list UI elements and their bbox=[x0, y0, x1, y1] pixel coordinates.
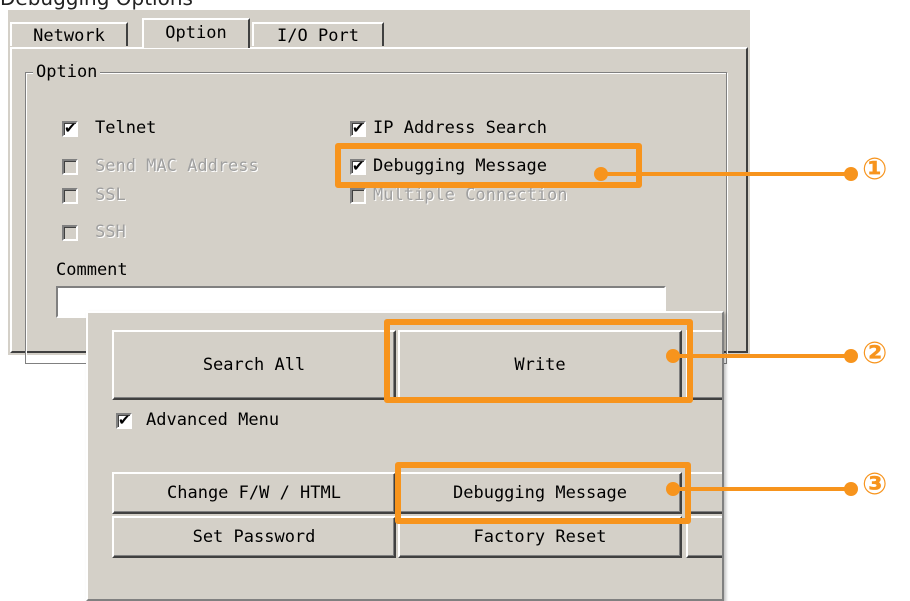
callout-number-2: ② bbox=[862, 336, 888, 371]
advanced-button-partial-1[interactable] bbox=[686, 472, 722, 514]
search-all-button[interactable]: Search All bbox=[112, 330, 396, 400]
change-fw-html-button[interactable]: Change F/W / HTML bbox=[112, 472, 396, 514]
ssh-label: SSH bbox=[95, 222, 126, 242]
telnet-checkbox[interactable] bbox=[62, 119, 78, 137]
ip-address-search-label: IP Address Search bbox=[373, 118, 547, 138]
telnet-label: Telnet bbox=[95, 118, 157, 138]
callout-dot-2-start bbox=[666, 349, 680, 363]
callout-line-3 bbox=[672, 487, 850, 491]
advanced-menu-checkbox[interactable] bbox=[116, 411, 132, 429]
tab-io-port[interactable]: I/O Port bbox=[252, 22, 384, 46]
advanced-button-partial-2[interactable] bbox=[686, 516, 722, 558]
set-password-button[interactable]: Set Password bbox=[112, 516, 396, 558]
callout-dot-3-end bbox=[844, 482, 858, 496]
ip-address-search-checkbox[interactable] bbox=[350, 119, 366, 137]
ssl-label: SSL bbox=[95, 185, 126, 205]
callout-line-1 bbox=[600, 172, 850, 176]
ssh-checkbox[interactable] bbox=[62, 225, 78, 241]
option-group-title: Option bbox=[33, 62, 101, 82]
callout-dot-3-start bbox=[666, 482, 680, 496]
ssl-checkbox[interactable] bbox=[62, 188, 78, 204]
tab-option[interactable]: Option bbox=[142, 18, 250, 48]
comment-label: Comment bbox=[56, 260, 128, 280]
send-mac-address-checkbox[interactable] bbox=[62, 159, 78, 175]
callout-dot-2-end bbox=[844, 349, 858, 363]
highlight-debugging-message-button bbox=[395, 462, 691, 524]
callout-dot-1-end bbox=[844, 167, 858, 181]
tab-strip: Network Option I/O Port bbox=[8, 10, 750, 48]
callout-dot-1-start bbox=[594, 167, 608, 181]
cropped-header-text: Debugging Options bbox=[0, 0, 300, 10]
highlight-write-button bbox=[384, 319, 693, 403]
highlight-debugging-message-option bbox=[335, 143, 642, 188]
multiple-connection-label: Multiple Connection bbox=[373, 185, 568, 205]
tab-network[interactable]: Network bbox=[10, 22, 128, 46]
callout-line-2 bbox=[672, 354, 850, 358]
multiple-connection-checkbox[interactable] bbox=[350, 188, 366, 204]
send-mac-address-label: Send MAC Address bbox=[95, 156, 259, 176]
callout-number-3: ③ bbox=[862, 467, 888, 502]
advanced-menu-label: Advanced Menu bbox=[146, 410, 280, 430]
callout-number-1: ① bbox=[862, 152, 888, 187]
